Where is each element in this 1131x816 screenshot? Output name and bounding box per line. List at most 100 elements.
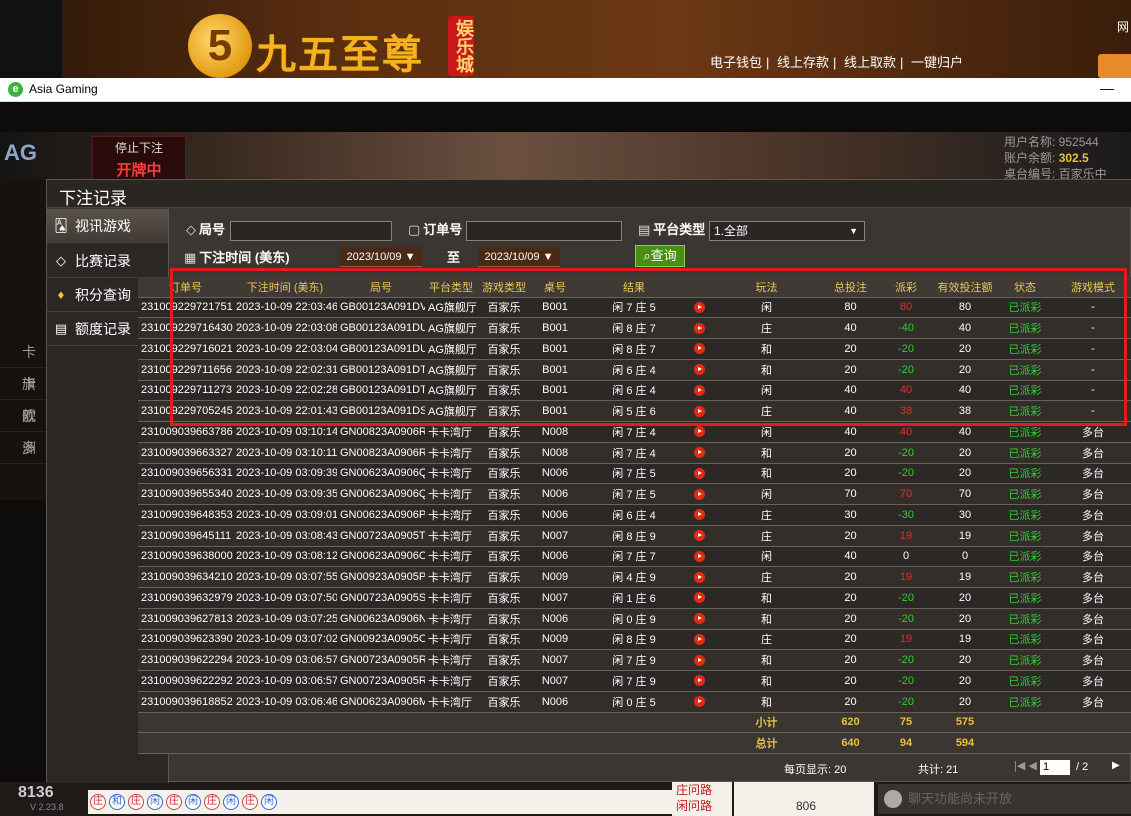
nav-wallet[interactable]: 电子钱包 <box>710 55 762 70</box>
table-cell: 百家乐 <box>477 463 531 485</box>
first-prev-button[interactable]: |◀ ◀ <box>1014 759 1037 772</box>
table-cell: GB00123A091DV <box>337 297 425 319</box>
table-cell: 40 <box>824 546 877 568</box>
road-bead: 庄 <box>90 794 106 810</box>
nav-withdraw[interactable]: 线上取款 <box>844 55 896 70</box>
page-input[interactable]: 1 <box>1040 760 1070 775</box>
play-icon[interactable] <box>693 550 705 562</box>
table-cell: 2023-10-09 03:06:57 <box>233 670 337 692</box>
date-from-picker[interactable]: 2023/10/09 ▼ <box>340 247 422 267</box>
table-cell: 231009039627813 <box>138 608 233 630</box>
table-cell: 卡卡湾厅 <box>425 546 477 568</box>
chat-placeholder: 聊天功能尚未开放 <box>908 791 1013 806</box>
player-ask-road[interactable]: 闲问路 <box>676 798 732 814</box>
play-icon[interactable] <box>693 343 705 355</box>
play-icon[interactable] <box>693 447 705 459</box>
play-icon[interactable] <box>693 364 705 376</box>
table-row: 231009039634210 2023-10-09 03:07:55 GN0092… <box>138 566 1131 588</box>
table-cell: 已派彩 <box>995 608 1055 630</box>
left-item-europe[interactable]: 欧洲 <box>0 400 46 456</box>
table-cell: GN00723A0905R <box>337 649 425 671</box>
platform-select[interactable]: 1.全部 ▼ <box>709 221 865 241</box>
table-cell: 40 <box>824 400 877 422</box>
column-header: 状态 <box>995 277 1055 298</box>
table-cell: AG旗舰厅 <box>425 317 477 339</box>
table-cell: 20 <box>824 649 877 671</box>
play-icon[interactable] <box>693 696 705 708</box>
order-input[interactable] <box>466 221 622 241</box>
play-icon[interactable] <box>693 322 705 334</box>
table-cell: 20 <box>824 587 877 609</box>
play-icon[interactable] <box>693 467 705 479</box>
table-cell: 2023-10-09 22:02:28 <box>233 380 337 402</box>
table-cell: 百家乐 <box>477 649 531 671</box>
table-cell: 20 <box>824 691 877 713</box>
round-input[interactable] <box>230 221 392 241</box>
play-icon[interactable] <box>693 571 705 583</box>
left-item-kaka[interactable]: 卡卡 <box>0 336 46 392</box>
play-icon[interactable] <box>693 405 705 417</box>
table-cell: 闲 1 庄 6 <box>579 587 689 609</box>
table-cell: 闲 7 庄 7 <box>579 546 689 568</box>
play-icon[interactable] <box>693 301 705 313</box>
table-row: 231009229721751 2023-10-09 22:03:46 GB0012… <box>138 297 1131 319</box>
logo-tag: 娱乐城 <box>448 16 474 76</box>
table-cell: B001 <box>531 400 579 422</box>
table-cell: N007 <box>531 525 579 547</box>
play-icon[interactable] <box>693 654 705 666</box>
nav-consolidate[interactable]: 一键归户 <box>911 55 963 70</box>
next-page-button[interactable]: ▶ <box>1112 760 1120 771</box>
table-cell: 百家乐 <box>477 504 531 526</box>
table-cell: 闲 0 庄 5 <box>579 691 689 713</box>
left-item-flagship[interactable]: 旗舰 <box>0 368 46 424</box>
table-cell: 19 <box>877 629 935 651</box>
table-cell: 231009229711656 <box>138 359 233 381</box>
play-icon[interactable] <box>693 633 705 645</box>
left-item-multi[interactable]: 多 <box>0 432 46 464</box>
site-banner: 5 九五至尊 娱乐城 电子钱包 | 线上存款 | 线上取款 | 一键归户 网 <box>0 0 1131 78</box>
table-cell <box>233 732 337 754</box>
play-icon[interactable] <box>693 426 705 438</box>
table-cell: 231009039632979 <box>138 587 233 609</box>
table-cell: 和 <box>709 670 824 692</box>
table-cell: 20 <box>935 442 995 464</box>
play-icon[interactable] <box>693 613 705 625</box>
table-cell: 231009039618852 <box>138 691 233 713</box>
table-row: 231009039663327 2023-10-09 03:10:11 GN0082… <box>138 442 1131 464</box>
table-cell: 2023-10-09 03:10:11 <box>233 442 337 464</box>
table-cell: 0 <box>935 546 995 568</box>
table-cell: 19 <box>935 566 995 588</box>
table-row: 231009039622294 2023-10-09 03:06:57 GN0072… <box>138 649 1131 671</box>
table-cell <box>995 732 1055 754</box>
nav-deposit[interactable]: 线上存款 <box>777 55 829 70</box>
dealing-status: 开牌中 <box>116 162 162 179</box>
version-label: V 2.23.8 <box>30 802 64 812</box>
table-cell: 小计 <box>709 712 824 734</box>
sidebar-item-match-records[interactable]: ◇ 比赛记录 <box>47 244 168 278</box>
table-cell: - <box>1055 400 1131 422</box>
table-cell: 多台 <box>1055 691 1131 713</box>
table-cell: 卡卡湾厅 <box>425 649 477 671</box>
play-icon[interactable] <box>693 675 705 687</box>
query-button[interactable]: ⌕查询 <box>635 245 685 267</box>
column-header: 玩法 <box>709 277 824 298</box>
play-icon[interactable] <box>693 488 705 500</box>
video-replay-cell <box>689 359 709 381</box>
chat-bar[interactable]: 聊天功能尚未开放 <box>878 784 1131 814</box>
video-replay-cell <box>689 629 709 651</box>
table-cell: 20 <box>935 338 995 360</box>
play-icon[interactable] <box>693 509 705 521</box>
banner-right-button[interactable] <box>1098 54 1131 78</box>
sidebar-item-video-games[interactable]: 🂡 视讯游戏 <box>47 209 168 243</box>
date-to-picker[interactable]: 2023/10/09 ▼ <box>478 247 560 267</box>
play-icon[interactable] <box>693 384 705 396</box>
table-row: 231009039622292 2023-10-09 03:06:57 GN0072… <box>138 670 1131 692</box>
banker-ask-road[interactable]: 庄问路 <box>676 782 732 798</box>
play-icon[interactable] <box>693 592 705 604</box>
table-cell: N006 <box>531 504 579 526</box>
table-cell: 已派彩 <box>995 463 1055 485</box>
balance-row: 账户余额: 302.5 <box>1004 150 1131 166</box>
table-cell <box>138 712 233 734</box>
minimize-button[interactable]: — <box>1097 80 1117 96</box>
play-icon[interactable] <box>693 530 705 542</box>
